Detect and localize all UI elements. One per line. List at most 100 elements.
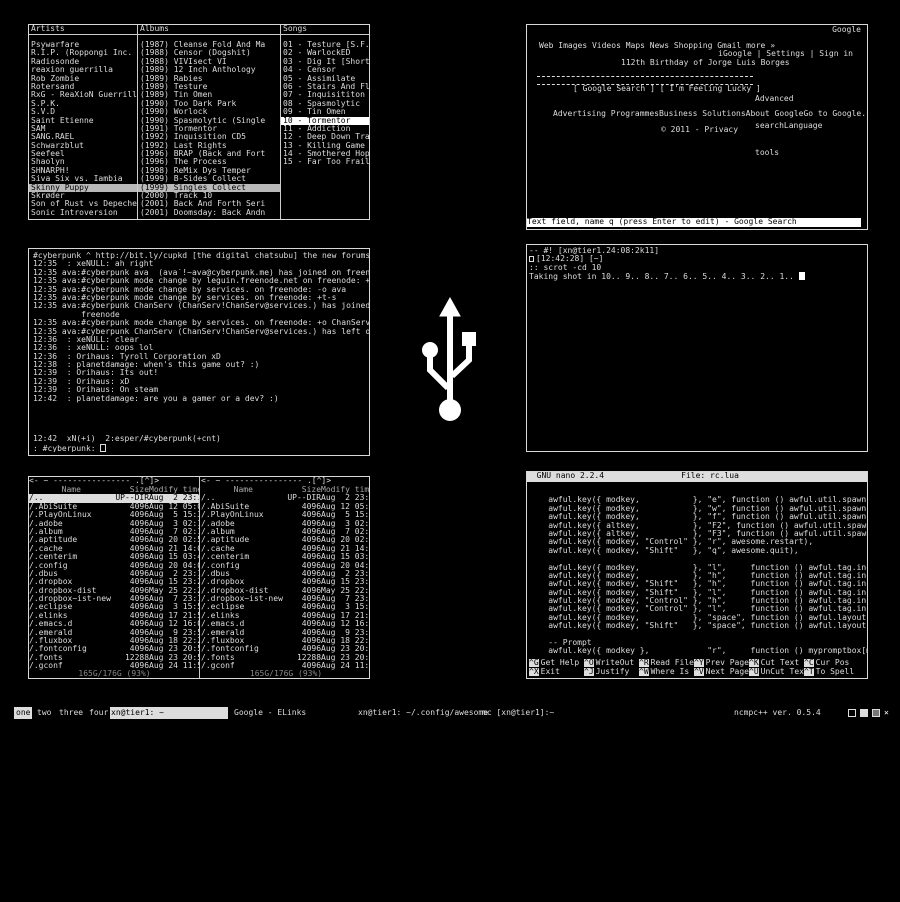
task-awesome-terminal[interactable]: xn@tier1: ~/.config/awesome bbox=[358, 706, 488, 720]
code-line[interactable]: awful.key({ modkey, }, "space", function… bbox=[527, 614, 867, 622]
album-item[interactable]: (2000) Track 10 bbox=[138, 192, 280, 200]
artist-item[interactable]: Radiosonde bbox=[29, 58, 137, 66]
code-line[interactable] bbox=[527, 488, 867, 496]
artist-item[interactable]: SHNARPH! bbox=[29, 167, 137, 175]
file-row[interactable]: /.adobe 4096Aug 3 02:15 bbox=[29, 520, 199, 528]
artist-item[interactable]: Rob Zombie bbox=[29, 75, 137, 83]
ontop-icon[interactable] bbox=[872, 709, 880, 717]
album-item[interactable]: (1999) B-Sides Collect bbox=[138, 175, 280, 183]
file-row[interactable]: /.emerald 4096Aug 9 23:58 bbox=[201, 629, 369, 637]
shortcut-item[interactable]: ^T To Spell bbox=[804, 668, 854, 676]
elinks-window[interactable]: Google Web Images Videos Maps News Shopp… bbox=[526, 24, 868, 230]
tag-four[interactable]: four bbox=[89, 706, 108, 720]
artist-item[interactable]: Saint Etienne bbox=[29, 117, 137, 125]
file-row[interactable]: /.config 4096Aug 20 04:07 bbox=[29, 562, 199, 570]
artist-item[interactable]: RxG - ReaXioN GuerrillA ( bbox=[29, 91, 137, 99]
file-row[interactable]: /.aptitude 4096Aug 20 02:58 bbox=[201, 536, 369, 544]
shortcut-item[interactable]: ^Y Prev Page bbox=[694, 659, 749, 667]
song-item[interactable]: 10 - Tormentor bbox=[281, 116, 369, 125]
file-row[interactable]: /.elinks 4096Aug 17 21:55 bbox=[201, 612, 369, 620]
code-line[interactable] bbox=[527, 555, 867, 563]
terminal-window[interactable]: -- #! [xn@tier1.24:08:2k11] [12:42:28] [… bbox=[526, 244, 868, 452]
file-row[interactable]: /.dropbox-dist 4096May 25 22:29 bbox=[29, 587, 199, 595]
album-item[interactable]: (1989) 12 Inch Anthology bbox=[138, 66, 280, 74]
album-item[interactable]: (1989) Rabies bbox=[138, 75, 280, 83]
file-row[interactable]: /.cache 4096Aug 21 14:08 bbox=[29, 545, 199, 553]
file-row[interactable]: /.album 4096Aug 7 02:16 bbox=[29, 528, 199, 536]
file-row[interactable]: /.centerim 4096Aug 15 03:41 bbox=[201, 553, 369, 561]
tag-two[interactable]: two bbox=[37, 706, 51, 720]
tools-link[interactable]: tools bbox=[755, 148, 822, 157]
mc-window[interactable]: <- ~ ---------------- .[^]> Name Size Modi… bbox=[28, 476, 370, 679]
task-terminal[interactable]: xn@tier1: ~ bbox=[110, 707, 228, 719]
artists-column[interactable]: Artists Psywarfare R.I.P. (Roppongi Inc. … bbox=[29, 25, 137, 219]
file-row[interactable]: /.PlayOnLinux 4096Aug 5 15:39 bbox=[29, 511, 199, 519]
shortcut-item[interactable]: ^R Read File bbox=[639, 659, 694, 667]
file-row[interactable]: /.fonts 12288Aug 23 20:56 bbox=[201, 654, 369, 662]
search-language-link[interactable]: searchLanguage bbox=[755, 121, 822, 130]
artist-item[interactable]: SANG.RAEL bbox=[29, 133, 137, 141]
album-item[interactable]: (2001) Back And Forth Seri bbox=[138, 200, 280, 208]
artist-item[interactable]: reaxion guerrilla bbox=[29, 66, 137, 74]
doodle-link[interactable]: 112th Birthday of Jorge Luis Borges bbox=[621, 58, 790, 67]
file-row[interactable]: /.dbus 4096Aug 2 23:18 bbox=[29, 570, 199, 578]
code-line[interactable]: awful.key({ modkey }, "r", function () m… bbox=[527, 647, 867, 655]
artist-item[interactable]: Skinny Puppy bbox=[29, 183, 137, 193]
artist-item[interactable]: Shaolyn bbox=[29, 158, 137, 166]
code-line[interactable]: awful.key({ altkey, }, "F3", function ()… bbox=[527, 530, 867, 538]
songs-column[interactable]: Songs 01 - Testure [S.F. Mix]02 - Warloc… bbox=[281, 25, 369, 219]
task-mc[interactable]: mc [xn@tier1]:~ bbox=[482, 706, 554, 720]
album-item[interactable]: (1998) ReMix Dys Temper bbox=[138, 167, 280, 175]
album-item[interactable]: (1996) The Process bbox=[138, 158, 280, 166]
song-item[interactable]: 14 - Smothered Hope bbox=[281, 150, 369, 158]
code-line[interactable]: -- Prompt bbox=[527, 639, 867, 647]
file-row[interactable]: /.cache 4096Aug 21 14:08 bbox=[201, 545, 369, 553]
shortcut-item[interactable]: ^G Get Help bbox=[529, 659, 579, 667]
shortcut-item[interactable]: ^W Where Is bbox=[639, 668, 689, 676]
file-row[interactable]: /.dropbox 4096Aug 15 23:21 bbox=[29, 578, 199, 586]
artist-item[interactable]: Psywarfare bbox=[29, 41, 137, 49]
artist-item[interactable]: SAM bbox=[29, 125, 137, 133]
search-buttons[interactable]: [ Google Search ] [ I'm Feeling Lucky ] bbox=[573, 84, 761, 93]
mc-right-panel[interactable]: <- ~ ---------------- .[^]> Name Size Modi… bbox=[201, 477, 369, 678]
file-row[interactable]: /.elinks 4096Aug 17 21:55 bbox=[29, 612, 199, 620]
code-line[interactable]: awful.key({ modkey, "Shift" }, "q", awes… bbox=[527, 547, 867, 555]
file-row[interactable]: /.eclipse 4096Aug 3 15:54 bbox=[29, 603, 199, 611]
song-item[interactable]: 11 - Addiction bbox=[281, 125, 369, 133]
shortcut-item[interactable]: ^C Cur Pos bbox=[804, 659, 849, 667]
artist-item[interactable]: Schwarzblut bbox=[29, 142, 137, 150]
close-icon[interactable]: ✕ bbox=[884, 709, 894, 717]
artist-item[interactable]: Skrøder bbox=[29, 192, 137, 200]
album-item[interactable]: (1988) Censor (Dogshit) bbox=[138, 49, 280, 57]
code-line[interactable]: awful.key({ modkey, }, "l", function () … bbox=[527, 564, 867, 572]
albums-column[interactable]: Albums (1987) Cleanse Fold And Ma (1988) … bbox=[138, 25, 280, 219]
file-row[interactable]: /.AbiSuite 4096Aug 12 05:06 bbox=[29, 503, 199, 511]
file-row[interactable]: /.fluxbox 4096Aug 18 22:20 bbox=[29, 637, 199, 645]
file-row[interactable]: /.emerald 4096Aug 9 23:58 bbox=[29, 629, 199, 637]
file-row[interactable]: /.emacs.d 4096Aug 12 16:01 bbox=[201, 620, 369, 628]
file-row[interactable]: /.aptitude 4096Aug 20 02:58 bbox=[29, 536, 199, 544]
tag-three[interactable]: three bbox=[59, 706, 83, 720]
irc-input[interactable]: : #cyberpunk: bbox=[29, 444, 107, 452]
floating-icon[interactable] bbox=[848, 709, 856, 717]
album-item[interactable]: (1992) Inquisition CD5 bbox=[138, 133, 280, 141]
song-item[interactable]: 04 - Censor bbox=[281, 66, 369, 74]
file-row[interactable]: /.centerim 4096Aug 15 03:41 bbox=[29, 553, 199, 561]
code-line[interactable]: awful.key({ modkey, }, "f", function () … bbox=[527, 513, 867, 521]
code-line[interactable]: awful.key({ modkey, "Shift" }, "space", … bbox=[527, 622, 867, 630]
song-item[interactable]: 05 - Assimilate bbox=[281, 75, 369, 83]
file-row[interactable]: /.AbiSuite 4096Aug 12 05:06 bbox=[201, 503, 369, 511]
song-item[interactable]: 06 - Stairs And Flowers bbox=[281, 83, 369, 91]
advanced-links[interactable]: Advanced searchLanguage tools bbox=[755, 76, 822, 175]
irc-window[interactable]: #cyberpunk ^ http://bit.ly/cupkd [the di… bbox=[28, 248, 370, 456]
file-row[interactable]: /.dbus 4096Aug 2 23:18 bbox=[201, 570, 369, 578]
task-elinks[interactable]: Google - ELinks bbox=[234, 706, 306, 720]
code-line[interactable]: awful.key({ modkey, }, "h", function () … bbox=[527, 572, 867, 580]
album-item[interactable]: (1996) BRAP (Back and Fort bbox=[138, 150, 280, 158]
album-item[interactable]: (1990) Spasmolytic (Single bbox=[138, 117, 280, 125]
code-line[interactable]: awful.key({ modkey, }, "w", function () … bbox=[527, 505, 867, 513]
file-row[interactable]: /.dropbox 4096Aug 15 23:21 bbox=[201, 578, 369, 586]
album-item[interactable]: (1990) Too Dark Park bbox=[138, 100, 280, 108]
album-item[interactable]: (1990) Worlock bbox=[138, 108, 280, 116]
artist-item[interactable]: S.V.D bbox=[29, 108, 137, 116]
